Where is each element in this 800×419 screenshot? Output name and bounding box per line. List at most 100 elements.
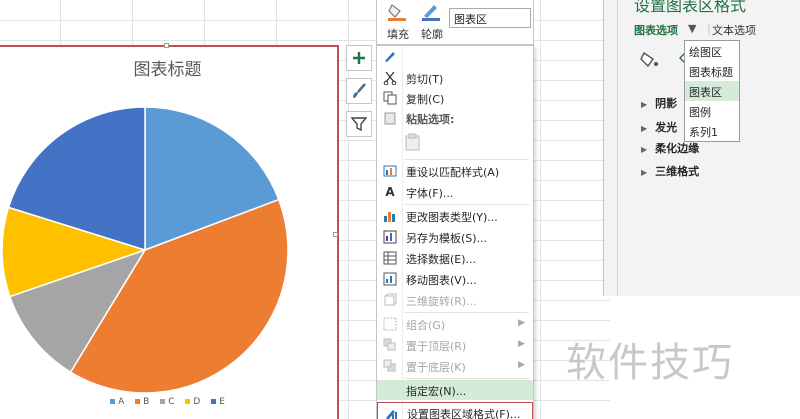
paste-clipboard-button[interactable] [377,130,533,156]
legend-item-a: A [110,397,124,407]
menu-item-copy[interactable]: 复制(C) [377,88,533,108]
chart-legend[interactable]: A B C D E [0,397,337,407]
dropdown-item-chart-area[interactable]: 图表区 [685,81,739,101]
menu-label-format-chart-area: 设置图表区域格式(F)... [407,408,521,419]
legend-item-e: E [211,397,225,407]
copy-icon [382,90,398,106]
menu-label-reset-style: 重设以匹配样式(A) [406,166,500,179]
section-shadow[interactable]: ▶ 阴影 [641,95,677,111]
menu-separator [405,312,529,313]
menu-item-assign-macro[interactable]: 指定宏(N)... [377,380,533,400]
menu-label-copy: 复制(C) [406,93,445,106]
menu-label-change-chart-type: 更改图表类型(Y)... [406,211,498,224]
brush-icon [353,83,366,98]
expand-arrow-icon: ▶ [641,100,648,109]
menu-label-font: 字体(F)... [406,187,454,200]
chart-element-select[interactable]: 图表区 [449,8,531,28]
menu-item-paste-options: 粘贴选项: [377,108,533,128]
menu-label-paste-options: 粘贴选项: [406,113,455,126]
menu-item-format-shape-icon[interactable] [377,46,533,66]
menu-item-save-template[interactable]: 另存为模板(S)... [377,227,533,247]
font-icon: A [385,185,395,199]
menu-item-bring-to-front[interactable]: 置于顶层(R) ▶ [377,335,533,355]
menu-item-reset-style[interactable]: 重设以匹配样式(A) [377,161,533,181]
bar-chart-icon [382,208,398,224]
cube-icon [382,292,398,308]
legend-label-a: A [118,397,125,407]
menu-label-select-data: 选择数据(E)... [406,253,477,266]
tab-text-options[interactable]: 文本选项 [712,22,756,38]
menu-separator [405,378,529,379]
resize-handle-right[interactable] [333,232,338,237]
menu-item-select-data[interactable]: 选择数据(E)... [377,248,533,268]
legend-item-c: C [160,397,175,407]
fill-line-icon[interactable] [639,48,661,70]
section-soft-edges[interactable]: ▶ 柔化边缘 [641,140,699,156]
dropdown-item-series1[interactable]: 系列1 [685,121,739,141]
menu-label-group: 组合(G) [406,319,446,332]
tab-chart-options-dropdown[interactable]: ▼ [688,22,696,35]
paint-bucket-icon [388,4,406,21]
legend-swatch-e [211,399,217,404]
chart-area[interactable]: 图表标题 A B C D E [0,43,341,419]
expand-arrow-icon: ▶ [641,124,648,133]
menu-item-send-to-back[interactable]: 置于底层(K) ▶ [377,356,533,376]
menu-label-3d-rotation: 三维旋转(R)... [406,295,477,308]
menu-label-move-chart: 移动图表(V)... [406,274,477,287]
legend-swatch-d [185,399,191,404]
select-data-icon [382,250,398,266]
section-label-3d-format: 三维格式 [655,165,700,178]
menu-item-3d-rotation[interactable]: 三维旋转(R)... [377,290,533,310]
watermark-text: 软件技巧 [566,340,734,386]
chart-styles-button[interactable] [346,78,372,104]
legend-swatch-b [135,399,141,404]
pen-icon [422,5,440,21]
mini-toolbar: 填充 轮廓 图表区 [376,0,534,45]
fill-button[interactable]: 填充 [383,0,413,45]
pie-chart[interactable] [0,47,341,419]
menu-separator [405,159,529,160]
fill-label: 填充 [387,28,409,41]
group-icon [382,316,398,332]
submenu-arrow-icon: ▶ [518,339,525,349]
template-icon [382,229,398,245]
menu-item-change-chart-type[interactable]: 更改图表类型(Y)... [377,206,533,226]
pane-title: 设置图表区格式 [634,0,747,15]
menu-label-send-to-back: 置于底层(K) [406,361,466,374]
send-back-icon [382,358,398,374]
plus-icon [353,52,365,64]
scissors-icon [382,70,398,86]
section-label-glow: 发光 [655,121,678,134]
dropdown-item-legend[interactable]: 图例 [685,101,739,121]
menu-item-font[interactable]: A 字体(F)... [377,182,533,202]
outline-label: 轮廓 [421,28,443,41]
menu-item-move-chart[interactable]: 移动图表(V)... [377,269,533,289]
chart-elements-button[interactable] [346,45,372,71]
outline-button[interactable]: 轮廓 [417,0,447,45]
submenu-arrow-icon: ▶ [518,318,525,328]
reset-style-icon [382,163,398,179]
section-glow[interactable]: ▶ 发光 [641,119,677,135]
chart-element-dropdown: 绘图区 图表标题 图表区 图例 系列1 [684,40,740,142]
menu-item-group[interactable]: 组合(G) ▶ [377,314,533,334]
menu-label-cut: 剪切(T) [406,73,444,86]
chart-filters-button[interactable] [346,111,372,137]
menu-label-save-template: 另存为模板(S)... [406,232,488,245]
clipboard-icon [405,133,421,151]
pane-border [617,0,618,296]
resize-handle-top[interactable] [164,43,169,48]
expand-arrow-icon: ▶ [641,145,648,154]
menu-separator [405,204,529,205]
legend-swatch-a [110,399,116,404]
paste-icon [382,110,398,126]
bring-front-icon [382,337,398,353]
dropdown-item-chart-title[interactable]: 图表标题 [685,61,739,81]
expand-arrow-icon: ▶ [641,168,648,177]
dropdown-item-plot-area[interactable]: 绘图区 [685,41,739,61]
submenu-arrow-icon: ▶ [518,360,525,370]
section-3d-format[interactable]: ▶ 三维格式 [641,163,699,179]
menu-item-cut[interactable]: 剪切(T) [377,68,533,88]
menu-item-format-chart-area[interactable]: 设置图表区域格式(F)... [377,402,533,419]
menu-label-assign-macro: 指定宏(N)... [406,385,467,398]
tab-chart-options[interactable]: 图表选项 [634,22,678,38]
